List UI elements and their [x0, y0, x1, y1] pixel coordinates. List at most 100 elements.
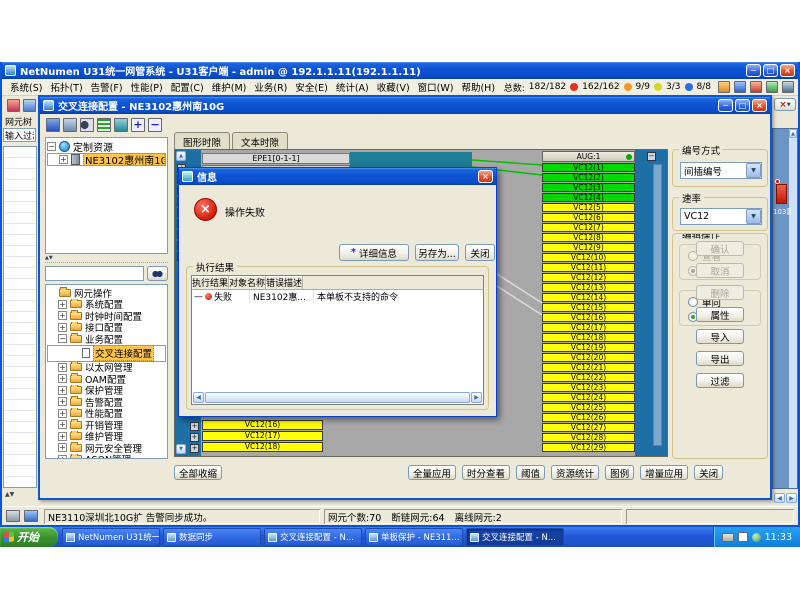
- panel-button[interactable]: 导出: [696, 351, 744, 366]
- tree-item[interactable]: 以太网管理: [47, 362, 166, 374]
- panel-button[interactable]: 导入: [696, 329, 744, 344]
- menu-item[interactable]: 告警(F): [87, 79, 127, 95]
- vc12-slot-cell[interactable]: VC12(1): [542, 163, 635, 172]
- aug-header[interactable]: AUG:1: [542, 151, 635, 162]
- user-session-icon[interactable]: [7, 99, 20, 112]
- vc12-slot-cell[interactable]: VC12(24): [542, 393, 635, 402]
- menu-item[interactable]: 拓扑(T): [46, 79, 86, 95]
- task-button[interactable]: 单板保护 - NE311...: [365, 528, 463, 546]
- link-status-icon[interactable]: [6, 510, 20, 522]
- expander-icon[interactable]: [58, 363, 67, 372]
- vc12-slot-cell[interactable]: VC12(28): [542, 433, 635, 442]
- child-maximize-button[interactable]: □: [735, 99, 750, 112]
- action-button[interactable]: 关闭: [694, 465, 723, 480]
- ne-node-icon[interactable]: [776, 184, 787, 204]
- menu-item[interactable]: 业务(R): [250, 79, 291, 95]
- menu-item[interactable]: 收藏(V): [373, 79, 414, 95]
- slot-cell[interactable]: EPE1[0-1-1]: [202, 153, 350, 164]
- details-button[interactable]: * 详细信息: [339, 244, 409, 261]
- expander-icon[interactable]: [58, 455, 67, 459]
- task-button[interactable]: 交叉连接配置 - N...: [264, 528, 362, 546]
- tree-search-input[interactable]: [45, 266, 144, 281]
- vc12-slot-cell[interactable]: VC12(5): [542, 203, 635, 212]
- alarm-bell-icon[interactable]: [718, 81, 730, 93]
- vc12-slot-cell[interactable]: VC12(14): [542, 293, 635, 302]
- menu-item[interactable]: 统计(A): [332, 79, 373, 95]
- tree-item[interactable]: 网元安全管理: [47, 442, 166, 454]
- collapse-box-icon[interactable]: [647, 152, 656, 161]
- action-button[interactable]: 阈值: [516, 465, 545, 480]
- ime-icon[interactable]: [738, 532, 748, 542]
- tree-splitter[interactable]: ▲▼: [45, 255, 168, 263]
- expander-icon[interactable]: [59, 155, 68, 164]
- ne-list[interactable]: [3, 146, 37, 488]
- tree-item[interactable]: OAM配置: [47, 373, 166, 385]
- vc12-slot-cell[interactable]: VC12(16): [202, 420, 323, 430]
- chart-icon[interactable]: [734, 81, 746, 93]
- vc12-slot-cell[interactable]: VC12(2): [542, 173, 635, 182]
- vc12-slot-cell[interactable]: VC12(26): [542, 413, 635, 422]
- menu-item[interactable]: 配置(C): [167, 79, 208, 95]
- monitor-icon[interactable]: [782, 81, 794, 93]
- tree-item[interactable]: 开销管理: [47, 419, 166, 431]
- tree-item[interactable]: 系统配置: [47, 299, 166, 311]
- vc12-slot-cell[interactable]: VC12(15): [542, 303, 635, 312]
- vc12-slot-cell[interactable]: VC12(3): [542, 183, 635, 192]
- vc12-slot-cell[interactable]: VC12(17): [202, 431, 323, 441]
- vc12-slot-cell[interactable]: VC12(18): [542, 333, 635, 342]
- menu-item[interactable]: 安全(E): [291, 79, 331, 95]
- task-button[interactable]: 数据同步: [163, 528, 261, 546]
- tree-item[interactable]: 性能配置: [47, 408, 166, 420]
- slot-scrollbar[interactable]: [653, 164, 662, 446]
- tree-item[interactable]: 时钟时间配置: [47, 310, 166, 322]
- horizontal-scrollbar[interactable]: ◀ ▶: [193, 392, 482, 403]
- grid-icon[interactable]: [766, 81, 778, 93]
- vc12-slot-cell[interactable]: VC12(7): [542, 223, 635, 232]
- vc12-slot-cell[interactable]: VC12(13): [542, 283, 635, 292]
- scrollbar-thumb[interactable]: [205, 392, 470, 403]
- tree-item[interactable]: ASON管理: [47, 454, 166, 460]
- expander-icon[interactable]: [58, 409, 67, 418]
- child-close-button[interactable]: ×: [752, 99, 767, 112]
- vc12-slot-cell[interactable]: VC12(6): [542, 213, 635, 222]
- ne-filter-input[interactable]: [3, 128, 36, 142]
- scroll-left-icon[interactable]: ◀: [774, 493, 785, 503]
- tree-item[interactable]: 定制资源: [47, 140, 166, 153]
- menu-item[interactable]: 窗口(W): [414, 79, 458, 95]
- panel-button[interactable]: 属性: [696, 307, 744, 322]
- dock-close-button[interactable]: ×▼: [774, 98, 796, 111]
- topology-icon[interactable]: [23, 99, 36, 112]
- dropdown-icon[interactable]: ▼: [746, 209, 761, 224]
- vc12-slot-cell[interactable]: VC12(27): [542, 423, 635, 432]
- vc12-slot-cell[interactable]: VC12(20): [542, 353, 635, 362]
- vc12-slot-cell[interactable]: VC12(21): [542, 363, 635, 372]
- menu-item[interactable]: 维护(M): [208, 79, 251, 95]
- tree-item[interactable]: NE3102惠州南10G: [47, 153, 166, 166]
- save-as-button[interactable]: 另存为...: [415, 244, 459, 261]
- dropdown-icon[interactable]: ▼: [746, 163, 761, 178]
- column-header[interactable]: 对象名称: [229, 276, 266, 289]
- expand-box-icon[interactable]: [190, 433, 199, 442]
- close-button[interactable]: ×: [780, 64, 795, 77]
- vc12-slot-cell[interactable]: VC12(12): [542, 273, 635, 282]
- action-button[interactable]: 全量应用: [408, 465, 456, 480]
- expand-box-icon[interactable]: [190, 422, 199, 431]
- scroll-right-icon[interactable]: ▶: [471, 392, 482, 403]
- action-button[interactable]: 图例: [605, 465, 634, 480]
- scroll-down-icon[interactable]: ▼: [176, 444, 186, 454]
- expander-icon[interactable]: [58, 420, 67, 429]
- board-view-icon[interactable]: [114, 118, 128, 132]
- panel-button[interactable]: 删除: [696, 285, 744, 300]
- legend-icon[interactable]: [97, 118, 111, 132]
- expander-icon[interactable]: [58, 374, 67, 383]
- vc12-slot-cell[interactable]: VC12(29): [542, 443, 635, 452]
- printer-icon[interactable]: [722, 533, 734, 542]
- maximize-button[interactable]: □: [763, 64, 778, 77]
- action-button[interactable]: 增量应用: [640, 465, 688, 480]
- panel-button[interactable]: 确认: [696, 241, 744, 256]
- scroll-up-icon[interactable]: ▲: [176, 151, 186, 161]
- dialog-close-button[interactable]: ×: [478, 170, 493, 183]
- zoom-in-icon[interactable]: +: [131, 118, 145, 132]
- vc12-slot-cell[interactable]: VC12(8): [542, 233, 635, 242]
- expander-icon[interactable]: [58, 386, 67, 395]
